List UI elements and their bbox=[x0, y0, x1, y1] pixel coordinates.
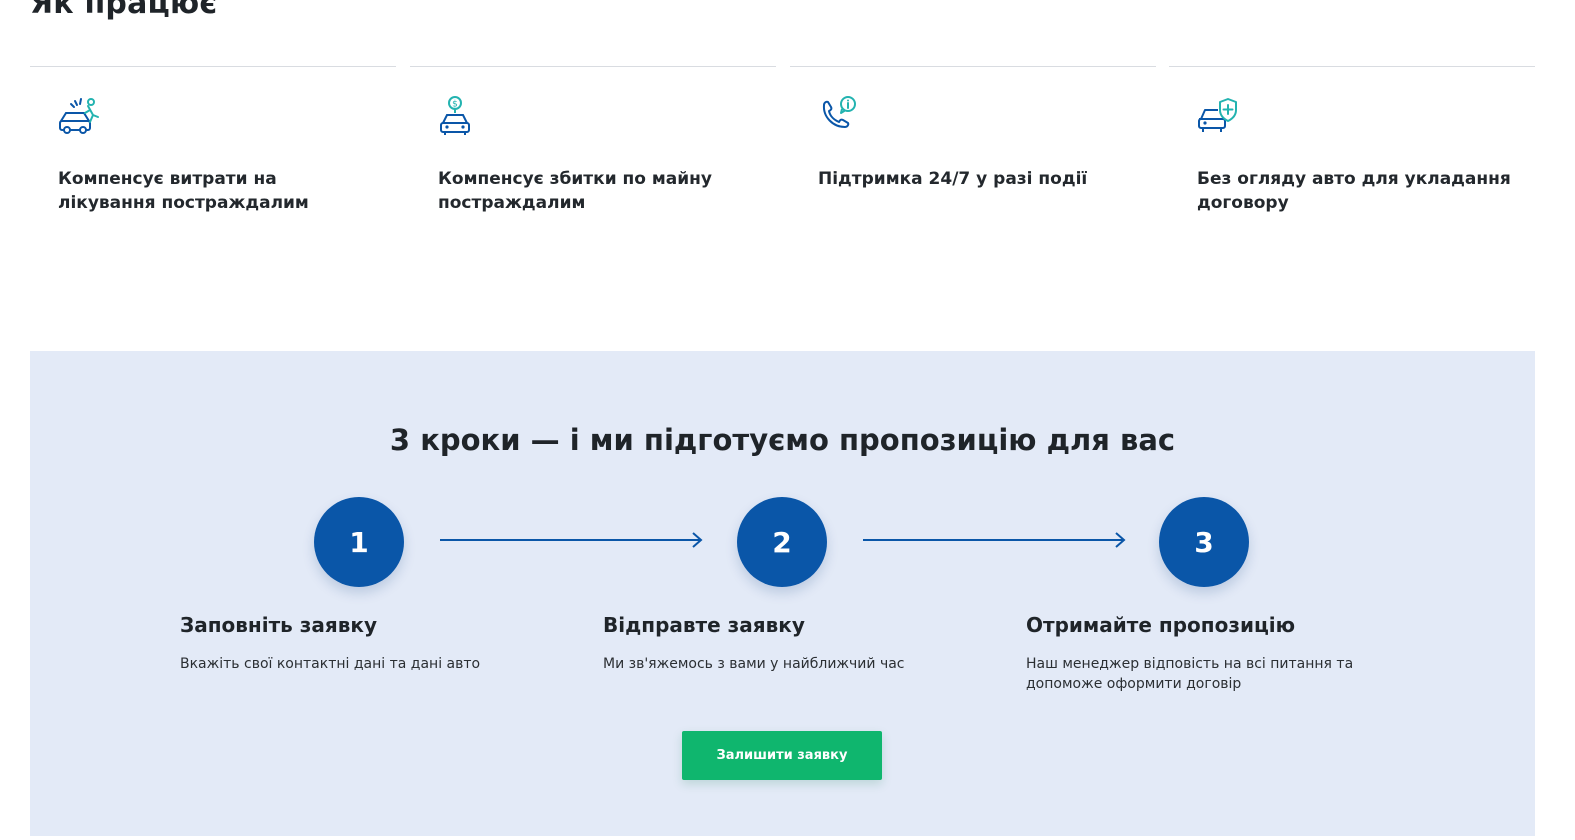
arrow-right-icon bbox=[863, 532, 1126, 548]
feature-medical: Компенсує витрати на лікування постражда… bbox=[30, 66, 396, 237]
car-shield-icon bbox=[1198, 98, 1237, 132]
steps-section: 3 кроки — і ми підготуємо пропозицію для… bbox=[30, 351, 1535, 836]
feature-text: Підтримка 24/7 у разі події bbox=[818, 169, 1088, 189]
step-1-title: Заповніть заявку bbox=[180, 613, 378, 637]
step-1-badge: 1 bbox=[314, 497, 404, 587]
features-row: Компенсує витрати на лікування постражда… bbox=[30, 66, 1535, 246]
svg-text:$: $ bbox=[452, 100, 458, 110]
arrow-right-icon bbox=[440, 532, 703, 548]
phone-info-icon bbox=[822, 96, 856, 128]
feature-no-inspection: Без огляду авто для укладання договору bbox=[1169, 66, 1535, 237]
step-2-badge: 2 bbox=[737, 497, 827, 587]
feature-property: $ Компенсує збитки по майну постраждалим bbox=[410, 66, 776, 237]
step-3-title: Отримайте пропозицію bbox=[1026, 613, 1296, 637]
feature-text: Без огляду авто для укладання договору bbox=[1197, 169, 1511, 213]
feature-text: Компенсує збитки по майну постраждалим bbox=[438, 169, 712, 213]
section-title: Як працює bbox=[30, 0, 218, 21]
car-injury-icon bbox=[59, 98, 99, 134]
step-1-description: Вкажіть свої контактні дані та дані авто bbox=[180, 656, 481, 672]
step-3-description: Наш менеджер відповість на всі питання т… bbox=[1026, 656, 1354, 692]
step-2-description: Ми зв'яжемось з вами у найближчий час bbox=[603, 656, 905, 672]
step-3-badge: 3 bbox=[1159, 497, 1249, 587]
feature-support: Підтримка 24/7 у разі події bbox=[790, 66, 1156, 237]
step-2-title: Відправте заявку bbox=[603, 613, 805, 637]
feature-text: Компенсує витрати на лікування постражда… bbox=[58, 169, 309, 213]
leave-request-button[interactable]: Залишити заявку bbox=[682, 731, 882, 780]
car-money-icon: $ bbox=[440, 96, 470, 135]
steps-title: 3 кроки — і ми підготуємо пропозицію для… bbox=[389, 423, 1176, 457]
